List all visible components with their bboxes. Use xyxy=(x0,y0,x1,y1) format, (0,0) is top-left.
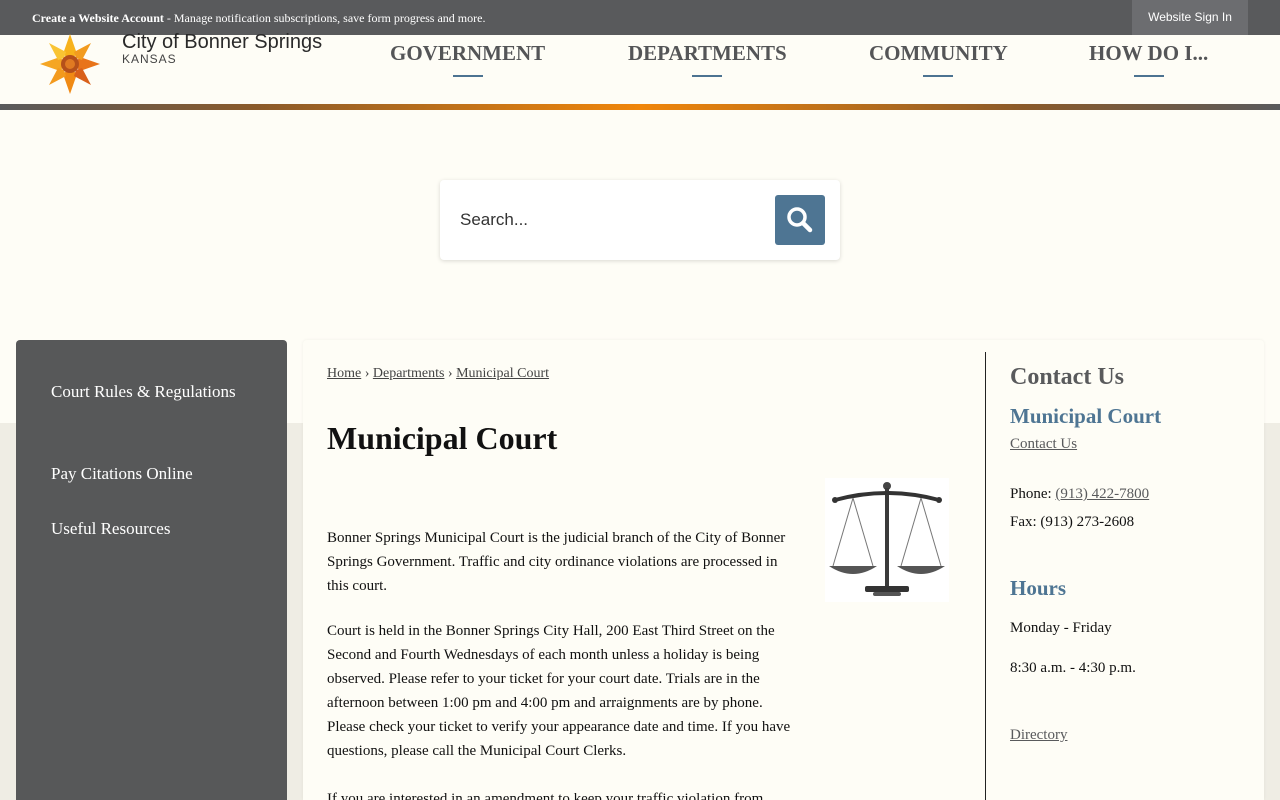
sidebar-item-useful-resources[interactable]: Useful Resources xyxy=(51,516,251,542)
page-title: Municipal Court xyxy=(327,420,558,456)
city-logo-icon[interactable] xyxy=(28,30,118,98)
nav-how-do-i-label: HOW DO I... xyxy=(1089,41,1209,65)
search-input[interactable] xyxy=(460,202,770,238)
nav-government[interactable]: GOVERNMENT xyxy=(390,41,545,77)
fax-number: (913) 273-2608 xyxy=(1040,514,1135,530)
contact-heading: Contact Us xyxy=(1010,364,1124,390)
scales-of-justice-icon xyxy=(825,478,949,602)
breadcrumb-municipal-court[interactable]: Municipal Court xyxy=(456,366,549,381)
fax-label: Fax: xyxy=(1010,514,1041,530)
column-divider xyxy=(985,352,986,800)
search-icon xyxy=(787,207,813,233)
nav-community-label: COMMUNITY xyxy=(869,41,1008,65)
logo-subtitle: KANSAS xyxy=(122,52,177,66)
create-account-description: - Manage notification subscriptions, sav… xyxy=(163,11,486,25)
search-button[interactable] xyxy=(775,195,825,245)
intro-paragraph: Bonner Springs Municipal Court is the ju… xyxy=(327,530,786,594)
search-box xyxy=(440,180,840,260)
breadcrumb-separator: › xyxy=(447,366,453,381)
nav-government-label: GOVERNMENT xyxy=(390,41,546,65)
phone-label: Phone: xyxy=(1010,486,1056,502)
directory-link[interactable]: Directory xyxy=(1010,727,1067,744)
sidebar-item-court-rules[interactable]: Court Rules & Regulations xyxy=(51,379,251,405)
nav-underline xyxy=(1133,75,1164,77)
breadcrumb-departments[interactable]: Departments xyxy=(373,366,445,381)
fax-line: Fax: (913) 273-2608 xyxy=(1010,514,1134,531)
hours-time: 8:30 a.m. - 4:30 p.m. xyxy=(1010,660,1136,676)
breadcrumb-home[interactable]: Home xyxy=(327,366,361,381)
nav-how-do-i[interactable]: HOW DO I... xyxy=(1089,41,1208,77)
contact-department: Municipal Court xyxy=(1010,404,1162,428)
nav-community[interactable]: COMMUNITY xyxy=(869,41,1008,77)
contact-us-link[interactable]: Contact Us xyxy=(1010,436,1077,453)
breadcrumb-separator: › xyxy=(364,366,370,381)
hours-days: Monday - Friday xyxy=(1010,620,1112,636)
amendment-paragraph: If you are interested in an amendment to… xyxy=(327,791,764,800)
nav-departments[interactable]: DEPARTMENTS xyxy=(628,41,787,77)
logo-text[interactable]: City of Bonner Springs KANSAS xyxy=(122,31,322,66)
breadcrumb: Home › Departments › Municipal Court xyxy=(327,366,549,382)
main-content: Home › Departments › Municipal Court Mun… xyxy=(303,340,1264,800)
nav-underline xyxy=(923,75,954,77)
sidebar: Court Rules & Regulations Pay Citations … xyxy=(16,340,287,800)
court-schedule-paragraph: Court is held in the Bonner Springs City… xyxy=(327,623,791,759)
create-account-link[interactable]: Create a Website Account xyxy=(32,11,164,25)
create-account-message: Create a Website Account - Manage notifi… xyxy=(32,11,485,26)
nav-departments-label: DEPARTMENTS xyxy=(628,41,787,65)
logo-title: City of Bonner Springs xyxy=(122,31,323,53)
hours-heading: Hours xyxy=(1010,576,1067,600)
site-header: City of Bonner Springs KANSAS GOVERNMENT… xyxy=(0,31,1280,105)
phone-link[interactable]: (913) 422-7800 xyxy=(1055,486,1149,502)
nav-underline xyxy=(452,75,483,77)
nav-underline xyxy=(692,75,723,77)
website-sign-in-button[interactable]: Website Sign In xyxy=(1132,0,1248,35)
top-notification-bar: Create a Website Account - Manage notifi… xyxy=(0,0,1280,35)
sidebar-item-pay-citations[interactable]: Pay Citations Online xyxy=(51,461,251,487)
header-divider xyxy=(0,104,1280,110)
phone-line: Phone: (913) 422-7800 xyxy=(1010,486,1149,503)
